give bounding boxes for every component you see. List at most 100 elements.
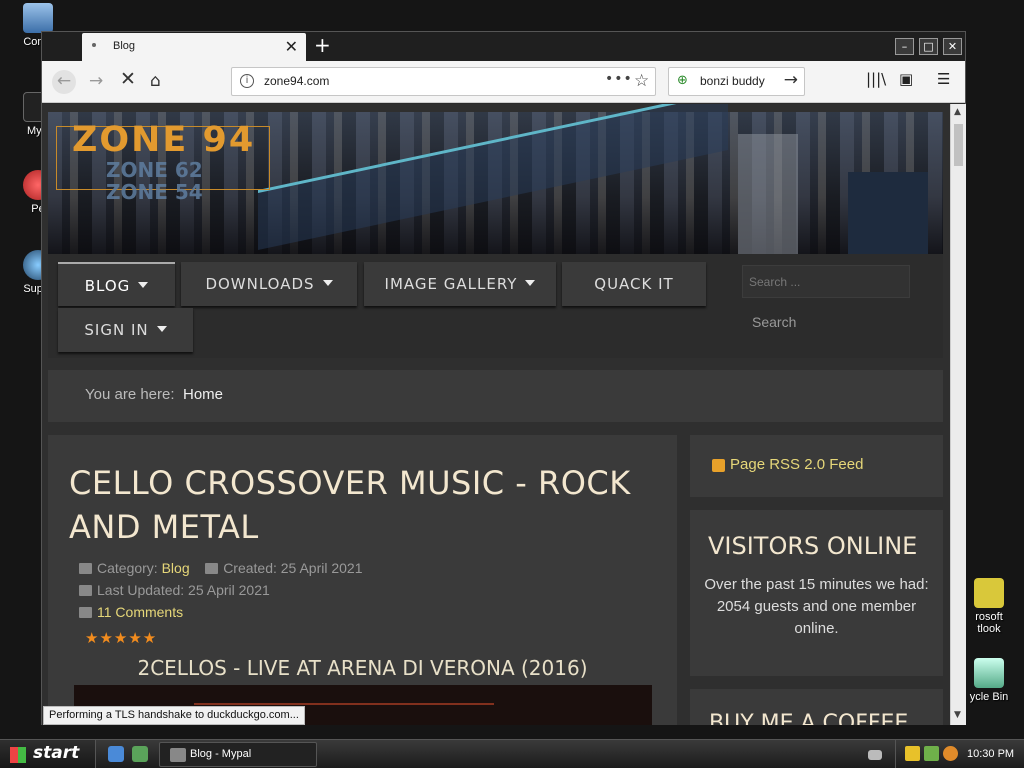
video-frame (194, 703, 494, 705)
menu-blog[interactable]: BLOG (58, 262, 175, 306)
banner-building (848, 172, 928, 254)
menu-downloads[interactable]: DOWNLOADS (181, 262, 357, 306)
caret-down-icon (138, 282, 149, 288)
menu-sign-in[interactable]: SIGN IN (58, 308, 193, 352)
security-shield-icon[interactable] (905, 746, 920, 761)
logo-subtitle: ZONE 54 (106, 180, 203, 204)
page-actions-icon[interactable]: ••• (605, 71, 633, 87)
keyboard-icon[interactable] (868, 750, 882, 760)
site-banner: ZONE 94 ZONE 62 ZONE 54 (48, 104, 943, 254)
start-button[interactable]: start (0, 740, 96, 768)
computer-icon (23, 3, 53, 33)
visitors-panel: VISITORS ONLINE Over the past 15 minutes… (690, 510, 943, 676)
sidebar-icon[interactable]: ▣ (899, 70, 913, 88)
taskbar: start Blog - Mypal 10:30 PM (0, 739, 1024, 768)
caret-down-icon (525, 280, 536, 286)
category-link[interactable]: Blog (162, 560, 190, 576)
start-label: start (33, 743, 80, 763)
visitors-title: VISITORS ONLINE (708, 532, 918, 560)
article-comments: 11 Comments (79, 604, 183, 620)
system-tray: 10:30 PM (895, 740, 1024, 768)
category-label: Category: (97, 560, 158, 576)
menu-label: SIGN IN (84, 321, 149, 339)
windows-logo-icon (10, 747, 26, 763)
maximize-button[interactable]: □ (919, 38, 938, 55)
taskbar-button-label: Blog - Mypal (190, 748, 252, 760)
scroll-down-icon[interactable]: ▼ (954, 710, 961, 720)
minimize-button[interactable]: – (895, 38, 914, 55)
tab-blog[interactable]: Blog ✕ (82, 33, 306, 61)
home-button[interactable]: ⌂ (150, 71, 161, 91)
menu-image-gallery[interactable]: IMAGE GALLERY (364, 262, 556, 306)
created-date: Created: 25 April 2021 (223, 560, 363, 576)
back-button[interactable]: ← (52, 70, 76, 94)
tab-close-icon[interactable]: ✕ (285, 37, 298, 56)
forward-button[interactable]: → (89, 71, 103, 91)
visitors-text: Over the past 15 minutes we had: 2054 gu… (704, 576, 929, 637)
menu-label: QUACK IT (594, 275, 674, 293)
article-category: Category: Blog Created: 25 April 2021 (79, 560, 363, 576)
star-rating[interactable]: ★★★★★ (85, 629, 157, 647)
bookmark-star-icon[interactable]: ☆ (634, 71, 649, 91)
calendar-icon (205, 563, 219, 574)
clock: 10:30 PM (967, 748, 1015, 760)
new-tab-button[interactable]: + (314, 33, 331, 57)
folder-icon (79, 563, 92, 574)
comments-link[interactable]: 11 Comments (97, 604, 183, 620)
menu-label: BLOG (84, 277, 131, 295)
coffee-panel: BUY ME A COFFEE (690, 689, 943, 725)
caret-down-icon (322, 280, 333, 286)
close-window-button[interactable]: ✕ (943, 38, 962, 55)
calendar-icon (79, 585, 92, 596)
menu-label: DOWNLOADS (205, 275, 315, 293)
desktop-icon-label: rosoft tlook (975, 611, 1003, 635)
search-engine-icon[interactable]: ⊕ (677, 73, 688, 88)
site-search-button[interactable]: Search (742, 308, 822, 336)
stop-button[interactable]: ✕ (120, 68, 136, 90)
vertical-scrollbar[interactable]: ▲ ▼ (950, 104, 966, 725)
scroll-thumb[interactable] (954, 124, 963, 166)
site-info-icon[interactable]: i (240, 74, 254, 88)
mypal-icon (170, 748, 186, 762)
status-bar: Performing a TLS handshake to duckduckgo… (43, 706, 305, 725)
updated-date: Last Updated: 25 April 2021 (97, 582, 270, 598)
comment-icon (79, 607, 92, 618)
site-logo[interactable]: ZONE 94 (72, 120, 255, 160)
library-icon[interactable]: |||\ (866, 70, 886, 88)
rss-icon (712, 459, 725, 472)
coffee-title: BUY ME A COFFEE (709, 711, 909, 725)
recycle-bin-icon (974, 658, 1004, 688)
ie-quicklaunch-icon[interactable] (108, 746, 124, 762)
article-title[interactable]: CELLO CROSSOVER MUSIC - ROCK AND METAL (69, 461, 649, 549)
search-go-icon[interactable]: → (784, 70, 798, 90)
tab-bar: Blog ✕ + – □ ✕ (42, 32, 965, 61)
loading-dot-icon (92, 43, 96, 47)
desktop-icon-label: ycle Bin (969, 691, 1009, 703)
url-text[interactable]: zone94.com (264, 74, 329, 88)
scroll-up-icon[interactable]: ▲ (954, 107, 961, 117)
rss-link[interactable]: Page RSS 2.0 Feed (730, 456, 863, 473)
article: CELLO CROSSOVER MUSIC - ROCK AND METAL C… (48, 435, 677, 725)
browser-window: Blog ✕ + – □ ✕ ← → ✕ ⌂ i zone94.com ••• … (41, 31, 966, 725)
taskbar-button-mypal[interactable]: Blog - Mypal (159, 742, 317, 767)
breadcrumb: You are here: Home (48, 370, 943, 422)
mypal-quicklaunch-icon[interactable] (132, 746, 148, 762)
menu-icon[interactable]: ☰ (937, 70, 950, 88)
search-bar[interactable]: ⊕ bonzi buddy → (668, 67, 805, 96)
menu-quack-it[interactable]: QUACK IT (562, 262, 706, 306)
url-bar[interactable]: i zone94.com ••• ☆ (231, 67, 656, 96)
outlook-icon (974, 578, 1004, 608)
article-subtitle: 2CELLOS - LIVE AT ARENA DI VERONA (2016) (137, 656, 588, 680)
desktop-icon-outlook[interactable]: rosoft tlook (958, 578, 1020, 635)
search-tray-icon[interactable] (943, 746, 958, 761)
site-menu: BLOG DOWNLOADS IMAGE GALLERY QUACK IT SI… (48, 254, 943, 358)
logo-subtitle: ZONE 62 (106, 158, 203, 182)
caret-down-icon (156, 326, 167, 332)
desktop-icon-recycle-bin[interactable]: ycle Bin (958, 658, 1020, 703)
search-input[interactable]: bonzi buddy (700, 74, 765, 88)
breadcrumb-home[interactable]: Home (183, 386, 223, 403)
menu-label: IMAGE GALLERY (384, 275, 518, 293)
site-search-input[interactable]: Search ... (742, 265, 910, 298)
network-icon[interactable] (924, 746, 939, 761)
banner-bridge (258, 104, 728, 250)
